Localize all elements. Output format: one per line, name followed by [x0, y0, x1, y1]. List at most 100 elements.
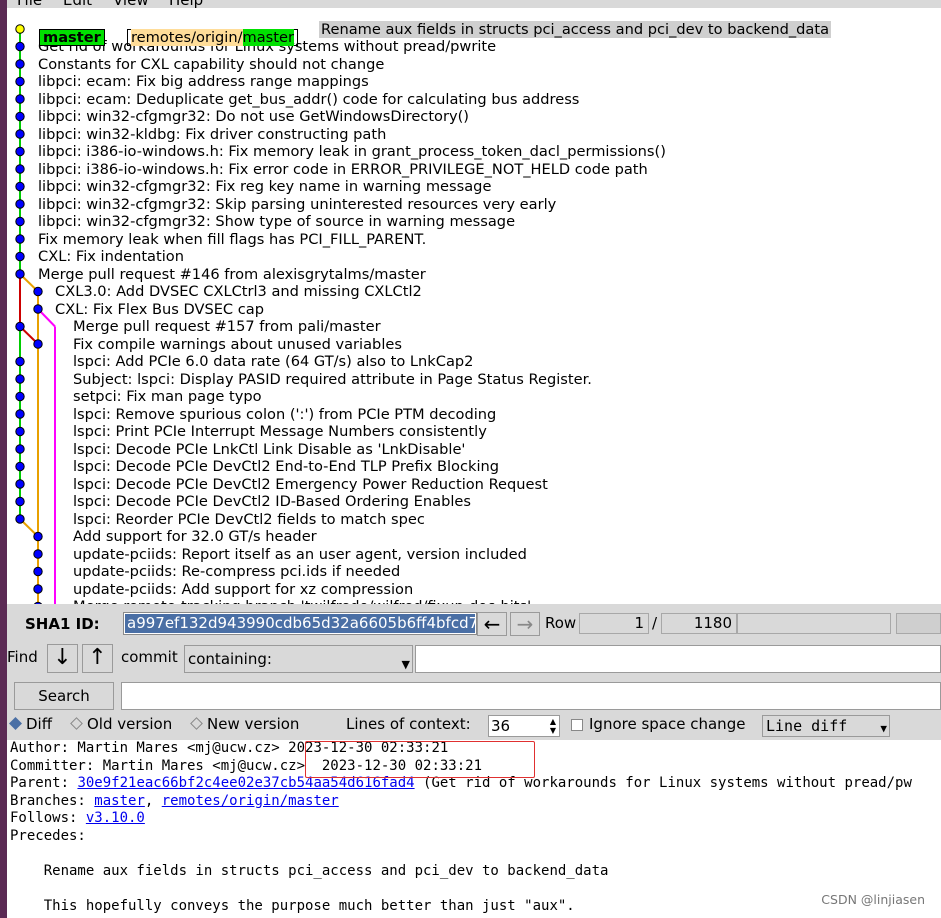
commit-row[interactable]: libpci: ecam: Deduplicate get_bus_addr()… [38, 91, 579, 109]
ignore-space-checkbox[interactable] [571, 719, 583, 731]
commit-row[interactable]: Constants for CXL capability should not … [38, 56, 384, 74]
commit-node[interactable] [15, 391, 25, 402]
window-edge [0, 0, 7, 918]
menu-edit[interactable]: Edit [63, 0, 92, 8]
commit-node[interactable] [33, 286, 43, 297]
menu-file[interactable]: File [17, 0, 42, 8]
branch-tag-remote[interactable]: remotes/origin/master [127, 29, 298, 46]
commit-row[interactable]: lspci: Print PCIe Interrupt Message Numb… [73, 423, 487, 441]
find-type-label[interactable]: commit [121, 648, 178, 666]
search-button[interactable]: Search [14, 682, 114, 710]
commit-node[interactable] [15, 234, 25, 244]
commit-row[interactable]: libpci: win32-cfgmgr32: Skip parsing uni… [38, 196, 556, 214]
commit-node[interactable] [15, 496, 25, 507]
commit-row[interactable]: setpci: Fix man page typo [73, 388, 262, 406]
commit-node[interactable] [15, 129, 25, 139]
radio-icon [190, 717, 203, 730]
commit-history[interactable]: Rename aux fields in structs pci_access … [7, 8, 941, 604]
commit-node[interactable] [33, 339, 43, 349]
commit-row[interactable]: lspci: Decode PCIe LnkCtl Link Disable a… [73, 441, 465, 459]
commit-row[interactable]: CXL: Fix Flex Bus DVSEC cap [55, 301, 264, 319]
commit-row[interactable]: libpci: win32-cfgmgr32: Show type of sou… [38, 213, 515, 231]
commit-node[interactable] [15, 111, 25, 122]
commit-node[interactable] [15, 444, 25, 454]
commit-node[interactable] [15, 181, 25, 192]
commit-row[interactable]: libpci: i386-io-windows.h: Fix memory le… [38, 143, 666, 161]
commit-row[interactable]: lspci: Remove spurious colon (':') from … [73, 406, 496, 424]
commit-row[interactable]: libpci: i386-io-windows.h: Fix error cod… [38, 161, 648, 179]
forward-button[interactable]: → [510, 612, 540, 636]
commit-node[interactable] [15, 94, 25, 104]
commit-row[interactable]: libpci: win32-cfgmgr32: Do not use GetWi… [38, 108, 469, 126]
commit-node[interactable] [33, 566, 43, 577]
back-button[interactable]: ← [477, 612, 507, 636]
menu-help[interactable]: Help [169, 0, 203, 8]
commit-row[interactable]: Merge pull request #146 from alexisgryta… [38, 266, 426, 284]
commit-row[interactable]: libpci: ecam: Fix big address range mapp… [38, 73, 369, 91]
commit-node[interactable] [15, 199, 25, 209]
commit-node[interactable] [15, 251, 25, 262]
commit-node[interactable] [15, 216, 25, 227]
commit-node[interactable] [15, 76, 25, 87]
diff-radio[interactable]: Diff [9, 715, 52, 733]
commit-row[interactable]: Fix memory leak when fill flags has PCI_… [38, 231, 426, 249]
row-total: 1180 [661, 613, 737, 634]
search-input[interactable] [121, 682, 941, 710]
commit-row[interactable]: update-pciids: Re-compress pci.ids if ne… [73, 563, 400, 581]
commit-node[interactable] [15, 146, 25, 157]
commit-node[interactable] [15, 374, 25, 384]
commit-node[interactable] [15, 321, 25, 332]
commit-row[interactable]: lspci: Add PCIe 6.0 data rate (64 GT/s) … [73, 353, 473, 371]
diff-mode-select[interactable]: Line diff ▼ [762, 715, 890, 737]
radio-selected-icon [9, 717, 22, 730]
dropdown-arrow-icon: ▼ [401, 658, 410, 671]
commit-row[interactable]: libpci: win32-kldbg: Fix driver construc… [38, 126, 386, 144]
commit-row[interactable]: Fix compile warnings about unused variab… [73, 336, 402, 354]
commit-node[interactable] [15, 41, 25, 52]
find-input[interactable] [415, 645, 941, 673]
new-version-radio[interactable]: New version [190, 715, 299, 733]
commit-node[interactable] [15, 164, 25, 174]
commit-node[interactable] [33, 531, 43, 542]
branch-sep: , [144, 792, 162, 809]
commit-node[interactable] [15, 514, 25, 524]
commit-node[interactable] [33, 584, 43, 594]
commit-row[interactable]: Subject: lspci: Display PASID required a… [73, 371, 592, 389]
head-commit-node[interactable] [15, 24, 25, 34]
commit-row[interactable]: lspci: Reorder PCIe DevCtl2 fields to ma… [73, 511, 425, 529]
commit-node[interactable] [15, 479, 25, 489]
commit-node[interactable] [15, 269, 25, 279]
commit-node[interactable] [33, 549, 43, 559]
spin-arrows-icon[interactable]: ▲ ▼ [550, 717, 556, 735]
follows-tag-link[interactable]: v3.10.0 [86, 810, 145, 826]
commit-row[interactable]: Merge pull request #157 from pali/master [73, 318, 381, 336]
commit-row[interactable]: lspci: Decode PCIe DevCtl2 Emergency Pow… [73, 476, 548, 494]
commit-row[interactable]: lspci: Decode PCIe DevCtl2 ID-Based Orde… [73, 493, 471, 511]
commit-row[interactable]: update-pciids: Add support for xz compre… [73, 581, 413, 599]
old-version-radio[interactable]: Old version [70, 715, 172, 733]
menu-view[interactable]: View [113, 0, 149, 8]
branch-link-remote[interactable]: remotes/origin/master [162, 793, 339, 809]
find-mode-select[interactable]: containing: ▼ [184, 645, 413, 673]
commit-row[interactable]: CXL3.0: Add DVSEC CXLCtrl3 and missing C… [55, 283, 422, 301]
commit-row[interactable]: update-pciids: Report itself as an user … [73, 546, 527, 564]
branch-tag-master[interactable]: master [39, 29, 105, 46]
commit-node[interactable] [33, 304, 43, 314]
commit-node[interactable] [15, 356, 25, 367]
commit-row[interactable]: CXL: Fix indentation [38, 248, 184, 266]
commit-node[interactable] [15, 59, 25, 69]
sha-input[interactable]: a997ef132d943990cdb65d32a6605b6ff4bfcd79 [123, 612, 477, 635]
commit-node[interactable] [15, 461, 25, 472]
branch-link-master[interactable]: master [94, 793, 145, 809]
commit-row[interactable]: Add support for 32.0 GT/s header [73, 528, 317, 546]
commit-row[interactable]: Rename aux fields in structs pci_access … [319, 20, 832, 38]
commit-node[interactable] [15, 409, 25, 419]
date-highlight-box [305, 741, 535, 778]
commit-row[interactable]: lspci: Decode PCIe DevCtl2 End-to-End TL… [73, 458, 499, 476]
find-next-button[interactable]: ↓ [47, 644, 78, 673]
commit-details[interactable]: Author: Martin Mares <mj@ucw.cz> 2023-12… [7, 740, 941, 918]
context-spinbox[interactable]: 36 ▲ ▼ [488, 715, 560, 737]
commit-node[interactable] [15, 426, 25, 437]
commit-row[interactable]: libpci: win32-cfgmgr32: Fix reg key name… [38, 178, 491, 196]
find-prev-button[interactable]: ↑ [82, 644, 113, 673]
